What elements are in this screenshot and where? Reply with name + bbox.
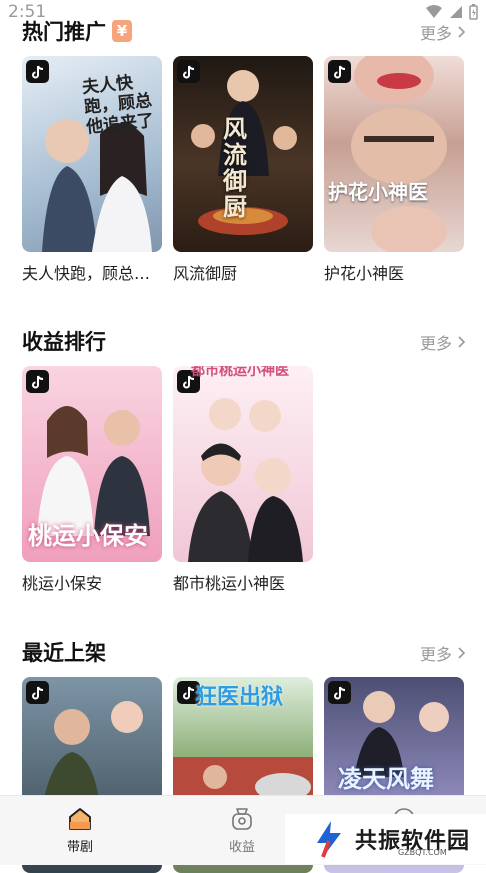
poster-art bbox=[188, 398, 303, 562]
home-icon bbox=[69, 808, 91, 830]
section-new-releases: 最近上架 更多 狂医出狱 凌天风舞 bbox=[0, 633, 486, 873]
more-link[interactable]: 更多 bbox=[420, 641, 466, 665]
drama-card[interactable]: 桃运小保安 桃运小保安 bbox=[22, 366, 162, 594]
watermark: 共振软件园 GZBQT.COM bbox=[285, 814, 486, 864]
drama-card[interactable]: 风流御厨 风流御厨 bbox=[173, 56, 313, 284]
section-hot: 热门推广 ¥ 更多 夫人快跑，顾总他追来了 夫人快跑，顾总… 风流御厨 风流御厨… bbox=[0, 12, 486, 283]
section-title: 最近上架 bbox=[22, 641, 106, 665]
money-bag-icon bbox=[232, 808, 252, 830]
poster-image: 都市桃运小神医 bbox=[173, 366, 313, 562]
yuan-badge-icon: ¥ bbox=[112, 20, 132, 42]
poster-title: 都市桃运小神医 bbox=[191, 366, 289, 379]
section-header: 最近上架 更多 bbox=[0, 633, 486, 673]
section-title: 收益排行 bbox=[22, 330, 106, 354]
logo-icon bbox=[317, 821, 341, 858]
poster-title: 护花小神医 bbox=[328, 180, 428, 204]
poster-title: 狂医出狱 bbox=[195, 685, 284, 710]
card-title: 夫人快跑，顾总… bbox=[22, 264, 151, 283]
drama-card[interactable]: 都市桃运小神医 都市桃运小神医 bbox=[173, 366, 313, 594]
chevron-right-icon bbox=[458, 336, 466, 348]
more-link[interactable]: 更多 bbox=[420, 330, 466, 354]
tab-label: 带剧 bbox=[66, 840, 93, 855]
chevron-right-icon bbox=[458, 647, 466, 659]
section-header: 收益排行 更多 bbox=[0, 322, 486, 362]
poster-image: 风流御厨 bbox=[173, 56, 313, 252]
tab-dramas[interactable]: 带剧 bbox=[40, 806, 120, 855]
card-title: 桃运小保安 bbox=[22, 574, 103, 593]
section-header: 热门推广 ¥ 更多 bbox=[0, 12, 486, 52]
card-title: 风流御厨 bbox=[173, 264, 238, 283]
poster-image: 夫人快跑，顾总他追来了 bbox=[22, 56, 162, 252]
poster-image: 桃运小保安 bbox=[22, 366, 162, 562]
poster-title: 风流御厨 bbox=[223, 115, 247, 221]
poster-title: 夫人快跑，顾总他追来了 bbox=[81, 72, 155, 138]
chevron-right-icon bbox=[458, 26, 466, 38]
more-link[interactable]: 更多 bbox=[420, 20, 466, 44]
card-title: 护花小神医 bbox=[324, 264, 405, 283]
card-title: 都市桃运小神医 bbox=[173, 574, 286, 593]
section-earnings-rank: 收益排行 更多 桃运小保安 桃运小保安 都市桃运小神医 都市桃运小神医 bbox=[0, 322, 486, 593]
section-title: 热门推广 ¥ bbox=[22, 16, 132, 46]
watermark-sub: GZBQT.COM bbox=[398, 848, 447, 857]
tab-earnings[interactable]: 收益 bbox=[202, 806, 282, 855]
drama-card[interactable]: 护花小神医 护花小神医 bbox=[324, 56, 464, 284]
poster-image: 护花小神医 bbox=[324, 56, 464, 252]
poster-title: 凌天风舞 bbox=[338, 765, 434, 793]
tab-label: 收益 bbox=[228, 840, 255, 855]
poster-art bbox=[351, 56, 447, 252]
poster-title: 桃运小保安 bbox=[28, 522, 148, 550]
drama-card[interactable]: 夫人快跑，顾总他追来了 夫人快跑，顾总… bbox=[22, 56, 162, 284]
